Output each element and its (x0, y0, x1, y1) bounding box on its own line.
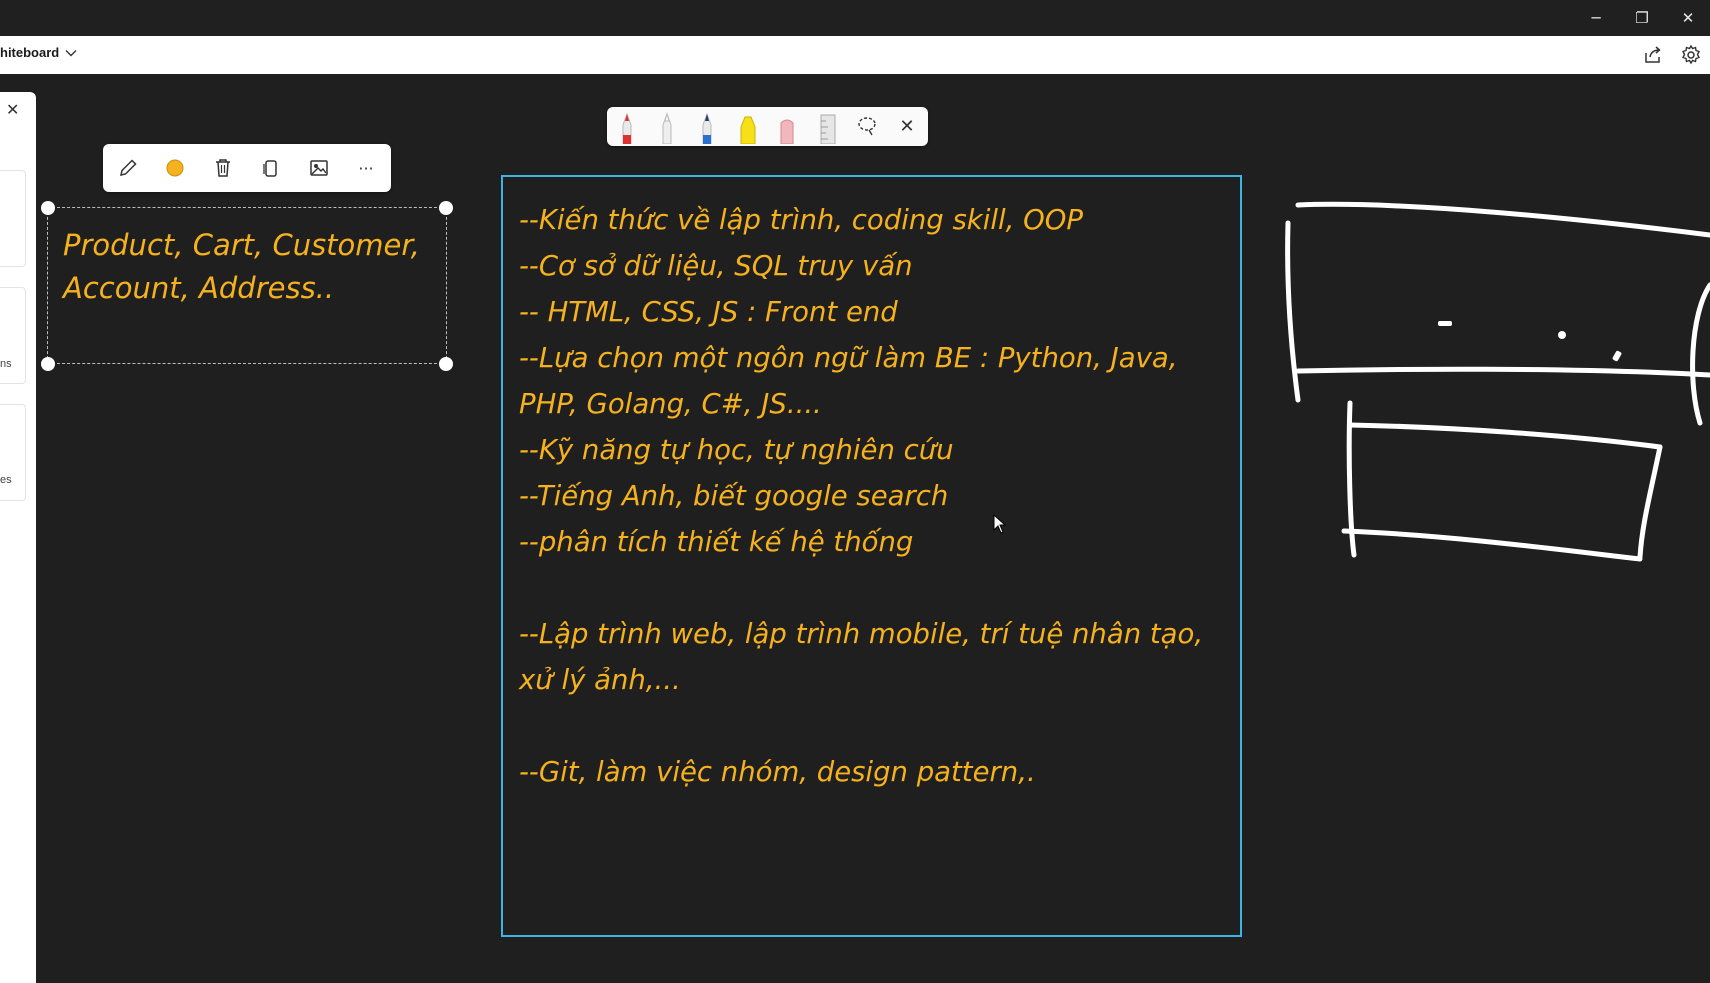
image-icon[interactable] (308, 157, 330, 179)
mouse-cursor-icon (993, 514, 1007, 534)
selection-toolbar: ··· (103, 144, 391, 192)
close-toolbar-button[interactable]: ✕ (895, 114, 919, 138)
share-button[interactable] (1642, 44, 1664, 66)
more-icon: ··· (358, 158, 374, 178)
window-titlebar: ─ ❐ ✕ (0, 0, 1710, 36)
note-line: --Git, làm việc nhóm, design pattern,. (519, 756, 1036, 788)
copy-icon[interactable] (260, 157, 282, 179)
red-pen-icon[interactable] (615, 111, 639, 144)
more-options-button[interactable]: ··· (353, 156, 379, 180)
resize-handle[interactable] (439, 357, 453, 371)
board-title-menu[interactable]: hiteboard (0, 45, 77, 60)
main-note[interactable]: --Kiến thức về lập trình, coding skill, … (501, 175, 1242, 937)
eraser-icon[interactable] (775, 111, 799, 144)
close-icon: ✕ (899, 115, 915, 137)
color-picker-icon[interactable] (164, 157, 186, 179)
minimize-icon: ─ (1591, 9, 1601, 27)
minimize-button[interactable]: ─ (1576, 6, 1616, 30)
board-title: hiteboard (0, 45, 60, 60)
resize-handle[interactable] (439, 201, 453, 215)
delete-icon[interactable] (212, 157, 234, 179)
panel-card[interactable] (0, 170, 26, 267)
highlighter-icon[interactable] (735, 111, 761, 144)
resize-handle[interactable] (41, 357, 55, 371)
freehand-drawing[interactable] (1270, 195, 1710, 575)
app-header: hiteboard (0, 36, 1710, 75)
edit-icon[interactable] (117, 157, 139, 179)
close-panel-button[interactable]: ✕ (6, 100, 19, 119)
restore-icon: ❐ (1635, 9, 1649, 27)
note-line: --Lập trình web, lập trình mobile, trí t… (519, 618, 1204, 696)
close-icon: ✕ (6, 100, 20, 119)
note-line: --phân tích thiết kế hệ thống (519, 526, 914, 558)
white-pen-icon[interactable] (655, 111, 679, 144)
panel-card-label: ns (0, 358, 12, 370)
panel-card[interactable] (0, 404, 26, 501)
share-icon (1645, 46, 1661, 63)
side-panel: ✕ ns es (0, 92, 36, 983)
note-line: --Kiến thức về lập trình, coding skill, … (519, 204, 1084, 236)
note-line: --Tiếng Anh, biết google search (519, 480, 949, 512)
close-window-button[interactable]: ✕ (1668, 6, 1708, 30)
settings-button[interactable] (1680, 44, 1702, 66)
resize-handle[interactable] (41, 201, 55, 215)
note-line: --Cơ sở dữ liệu, SQL truy vấn (519, 250, 913, 282)
ruler-icon[interactable] (815, 112, 841, 144)
note-line: Account, Address.. (63, 271, 335, 305)
selected-note[interactable]: Product, Cart, Customer, Account, Addres… (47, 207, 447, 364)
panel-card-label: es (0, 474, 12, 486)
gear-icon (1682, 44, 1700, 65)
blue-pen-icon[interactable] (695, 111, 719, 144)
note-line: Product, Cart, Customer, (63, 228, 420, 262)
note-line: -- HTML, CSS, JS : Front end (519, 296, 898, 328)
note-line: --Lựa chọn một ngôn ngữ làm BE : Python,… (519, 342, 1178, 420)
inking-toolbar: ✕ (607, 107, 928, 146)
note-line: --Kỹ năng tự học, tự nghiên cứu (519, 434, 954, 466)
chevron-down-icon (65, 49, 77, 56)
close-icon: ✕ (1681, 9, 1695, 27)
lasso-select-icon[interactable] (855, 114, 879, 138)
note-text: Product, Cart, Customer, Account, Addres… (63, 224, 443, 310)
restore-button[interactable]: ❐ (1622, 6, 1662, 30)
note-text: --Kiến thức về lập trình, coding skill, … (519, 197, 1219, 795)
